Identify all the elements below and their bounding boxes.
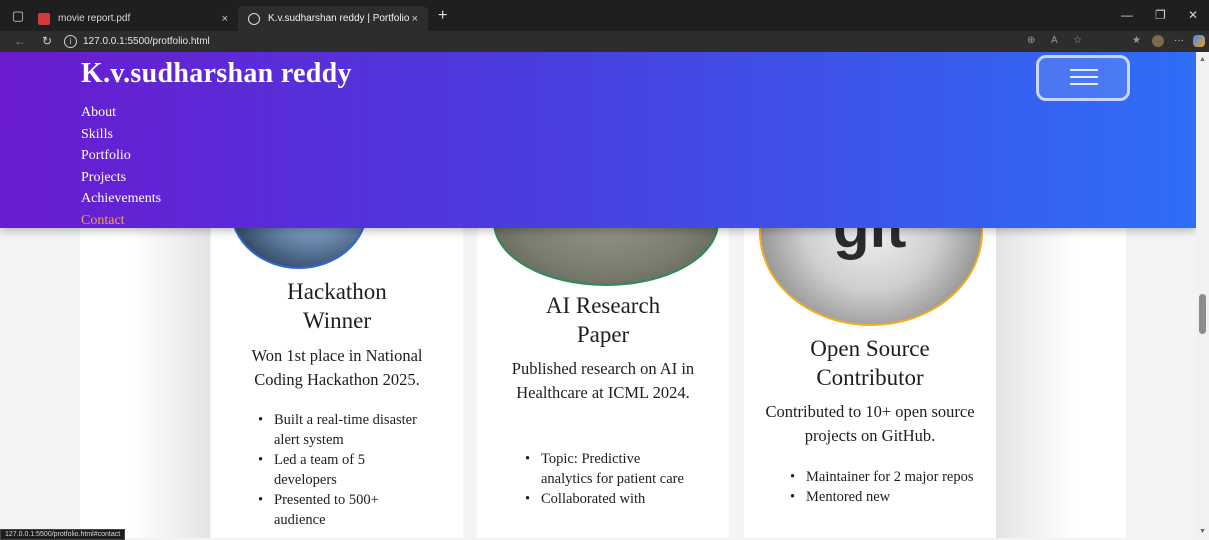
- url-text: 127.0.0.1:5500/protfolio.html: [83, 36, 210, 47]
- scrollbar-thumb[interactable]: [1199, 294, 1206, 334]
- address-bar: ← ↻ i 127.0.0.1:5500/protfolio.html ⊕ A …: [0, 31, 1209, 52]
- hamburger-line: [1070, 83, 1098, 85]
- tab-title: movie report.pdf: [58, 13, 131, 24]
- card-bullet-list: Built a real-time disaster alert system …: [258, 410, 428, 530]
- list-item: Collaborated with: [525, 489, 695, 509]
- achievement-card-research: AI Research Paper Published research on …: [477, 158, 729, 538]
- read-aloud-icon[interactable]: A: [1051, 35, 1058, 46]
- card-shadow-right: [996, 228, 1126, 538]
- list-item: Led a team of 5 developers: [258, 450, 428, 490]
- nav-item-about[interactable]: About: [81, 102, 161, 124]
- scroll-up-icon[interactable]: ▲: [1199, 55, 1206, 63]
- site-brand[interactable]: K.v.sudharshan reddy: [81, 58, 352, 90]
- tab-portfolio[interactable]: K.v.sudharshan reddy | Portfolio ×: [238, 6, 428, 31]
- globe-icon: [248, 12, 260, 25]
- achievement-card-hackathon: Hackathon Winner Won 1st place in Nation…: [211, 148, 463, 538]
- list-item: Maintainer for 2 major repos: [790, 467, 980, 487]
- list-item: Topic: Predictive analytics for patient …: [525, 449, 695, 489]
- new-tab-button[interactable]: +: [438, 7, 447, 25]
- copilot-icon[interactable]: [1193, 35, 1205, 47]
- achievement-card-open-source: git Open Source Contributor Contributed …: [744, 138, 996, 538]
- page-scrollbar[interactable]: ▲ ▼: [1196, 52, 1209, 538]
- card-description: Published research on AI in Healthcare a…: [511, 359, 695, 402]
- card-bullet-list: Maintainer for 2 major repos Mentored ne…: [790, 467, 980, 507]
- favorites-icon[interactable]: ★: [1132, 35, 1141, 46]
- card-title: Hackathon Winner: [287, 279, 387, 333]
- tab-movie-report[interactable]: movie report.pdf ×: [28, 6, 238, 31]
- tab-title: K.v.sudharshan reddy | Portfolio: [268, 13, 410, 24]
- card-description: Won 1st place in National Coding Hackath…: [251, 346, 423, 389]
- url-field[interactable]: i 127.0.0.1:5500/protfolio.html: [64, 33, 964, 50]
- zoom-icon[interactable]: ⊕: [1027, 35, 1035, 46]
- hamburger-menu-icon[interactable]: [1036, 55, 1130, 101]
- card-description: Contributed to 10+ open source projects …: [765, 402, 975, 445]
- nav-item-achievements[interactable]: Achievements: [81, 188, 161, 210]
- more-options-icon[interactable]: ···: [1174, 35, 1184, 46]
- minimize-icon[interactable]: —: [1121, 8, 1133, 22]
- nav-item-contact[interactable]: Contact: [81, 210, 161, 232]
- nav-item-skills[interactable]: Skills: [81, 124, 161, 146]
- site-info-icon[interactable]: i: [64, 35, 77, 48]
- list-item: Mentored new: [790, 487, 980, 507]
- link-status-bar: 127.0.0.1:5500/protfolio.html#contact: [0, 529, 126, 540]
- hamburger-line: [1070, 76, 1098, 78]
- list-item: Presented to 500+ audience: [258, 490, 428, 530]
- nav-menu: About Skills Portfolio Projects Achievem…: [81, 102, 161, 231]
- card-title: AI Research Paper: [545, 293, 661, 347]
- favorite-star-icon[interactable]: ☆: [1073, 35, 1082, 46]
- hamburger-line: [1070, 69, 1098, 71]
- list-item: Built a real-time disaster alert system: [258, 410, 428, 450]
- site-header: K.v.sudharshan reddy About Skills Portfo…: [0, 52, 1196, 228]
- scroll-down-icon[interactable]: ▼: [1199, 527, 1206, 535]
- page-viewport: Hackathon Winner Won 1st place in Nation…: [0, 52, 1196, 538]
- card-bullet-list: Topic: Predictive analytics for patient …: [525, 449, 695, 509]
- back-icon[interactable]: ←: [14, 34, 26, 48]
- close-tab-icon[interactable]: ×: [412, 13, 418, 25]
- pdf-icon: [38, 12, 50, 25]
- profile-avatar-icon[interactable]: [1152, 35, 1164, 47]
- card-shadow-left: [80, 228, 210, 538]
- close-tab-icon[interactable]: ×: [222, 13, 228, 25]
- refresh-icon[interactable]: ↻: [42, 34, 52, 48]
- maximize-icon[interactable]: ❐: [1155, 8, 1166, 22]
- nav-item-portfolio[interactable]: Portfolio: [81, 145, 161, 167]
- browser-tab-bar: ▢ movie report.pdf × K.v.sudharshan redd…: [0, 0, 1209, 31]
- card-title: Open Source Contributor: [810, 336, 930, 390]
- window-close-icon[interactable]: ✕: [1188, 8, 1198, 22]
- nav-item-projects[interactable]: Projects: [81, 167, 161, 189]
- tab-actions-icon[interactable]: ▢: [8, 6, 28, 26]
